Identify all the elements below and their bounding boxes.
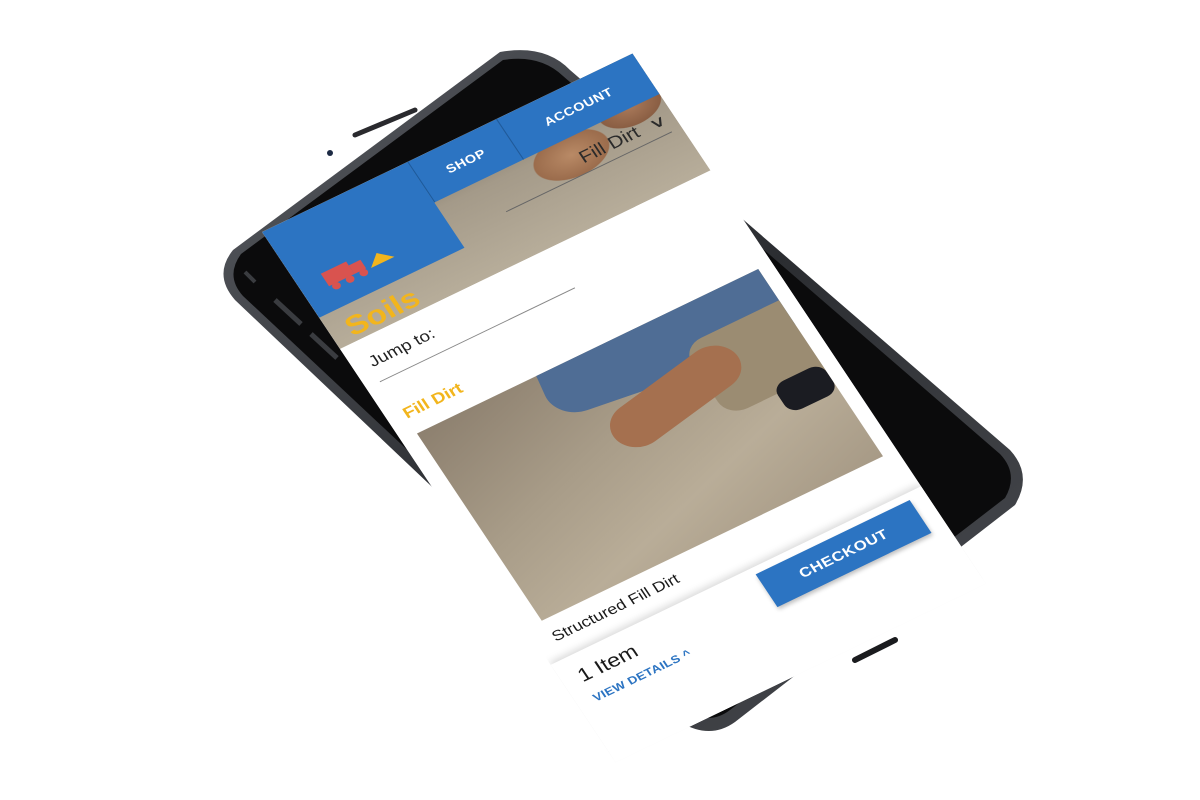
- camera-icon: [327, 150, 333, 156]
- jump-to-label: Jump to:: [364, 324, 439, 371]
- scene: SHOP ACCOUNT Fill Dirt ∨ Soils Jump to: …: [0, 0, 1200, 800]
- checkout-button[interactable]: CHECKOUT: [755, 500, 932, 608]
